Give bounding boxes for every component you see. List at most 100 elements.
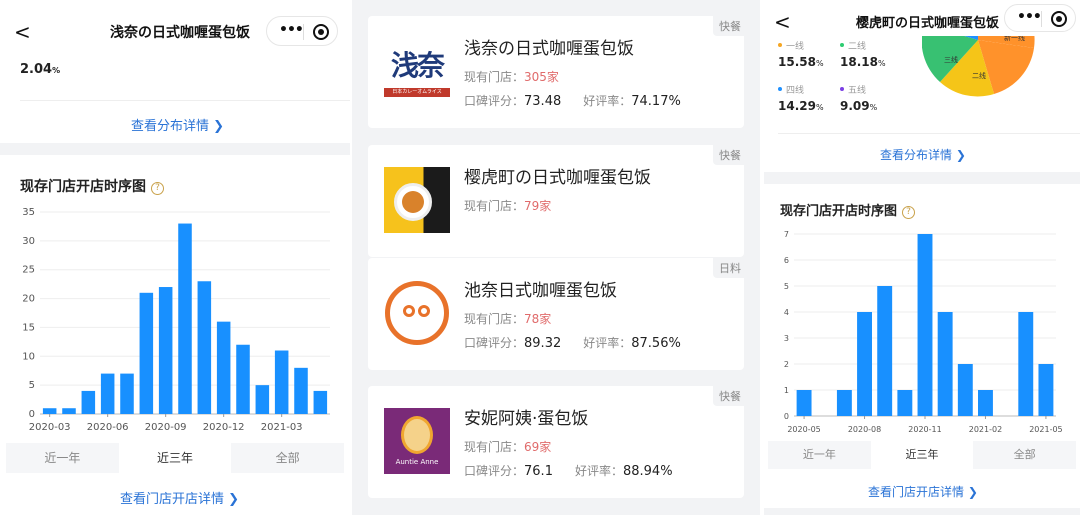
category-tag: 快餐 <box>713 145 744 165</box>
x-tick-label: 2021-03 <box>261 422 303 433</box>
store-detail-link[interactable]: 查看门店开店详情 ❯ <box>120 488 239 507</box>
tab-all[interactable]: 全部 <box>973 441 1077 469</box>
legend-item: 四线 14.29% <box>778 86 824 113</box>
legend-item: 五线 9.09% <box>840 86 878 113</box>
more-icon[interactable]: ••• <box>279 22 304 38</box>
bar <box>255 385 270 414</box>
bar <box>1018 312 1034 416</box>
bar <box>897 390 913 416</box>
pie-label: 二线 <box>972 71 986 80</box>
range-tabs: 近一年 近三年 全部 <box>768 441 1077 469</box>
divider <box>20 100 350 101</box>
store-count: 现有门店：78家 <box>464 312 552 326</box>
panel-right: 新一线 三线 二线 < 樱虎町の日式咖喱蛋包饭 ••• 一线 15.58% 二线… <box>764 0 1080 515</box>
bar <box>957 364 973 416</box>
pie-label: 三线 <box>944 55 958 64</box>
curry-image <box>402 191 424 213</box>
bar <box>139 292 154 414</box>
y-tick-label: 5 <box>29 380 35 391</box>
store-detail-link[interactable]: 查看门店开店详情 ❯ <box>868 483 978 500</box>
close-target-icon[interactable] <box>1051 11 1067 27</box>
bar <box>294 367 308 414</box>
rating-row: 口碑评分：76.1 好评率：88.94% <box>464 464 673 479</box>
y-tick-label: 35 <box>22 207 35 218</box>
chart-title: 现存门店开店时序图? <box>20 176 164 196</box>
distribution-detail-link[interactable]: 查看分布详情 ❯ <box>880 146 966 163</box>
owl-badge-icon <box>385 281 449 345</box>
page-title: 樱虎町の日式咖喱蛋包饭 <box>856 16 1000 31</box>
x-tick-label: 2020-08 <box>848 425 881 434</box>
category-tag: 快餐 <box>713 386 744 406</box>
logo-subtext: 日本カレーオムライス <box>384 88 450 97</box>
y-tick-label: 4 <box>784 308 789 317</box>
x-tick-label: 2021-05 <box>1029 425 1062 434</box>
range-tabs: 近一年 近三年 全部 <box>6 443 345 473</box>
bar <box>62 408 76 414</box>
back-button[interactable]: < <box>774 10 791 34</box>
close-target-icon[interactable] <box>313 24 329 40</box>
distribution-detail-link[interactable]: 查看分布详情 ❯ <box>131 115 224 134</box>
page-title: 浅奈の日式咖喱蛋包饭 <box>110 25 250 41</box>
divider <box>778 133 1080 134</box>
tab-one-year[interactable]: 近一年 <box>768 441 871 469</box>
bar <box>877 286 893 416</box>
chart-title: 现存门店开店时序图? <box>780 200 916 219</box>
rating-row: 口碑评分：73.48 好评率：74.17% <box>464 94 681 109</box>
y-tick-label: 20 <box>22 294 35 305</box>
rating-row: 口碑评分：89.32 好评率：87.56% <box>464 336 681 351</box>
tab-one-year[interactable]: 近一年 <box>6 443 119 473</box>
mini-program-capsule[interactable]: ••• <box>1004 4 1076 32</box>
back-button[interactable]: < <box>14 20 31 44</box>
help-icon[interactable]: ? <box>151 182 164 195</box>
y-tick-label: 7 <box>784 230 789 239</box>
bar <box>236 344 250 414</box>
shop-name: 池奈日式咖喱蛋包饭 <box>464 281 617 301</box>
capsule-divider <box>1041 11 1042 27</box>
legend-dot <box>840 87 844 91</box>
bar <box>1038 364 1054 416</box>
mini-program-capsule[interactable]: ••• <box>266 16 338 46</box>
logo-text: Auntie Anne <box>395 458 439 466</box>
tab-all[interactable]: 全部 <box>231 443 345 473</box>
category-tag: 快餐 <box>713 16 744 36</box>
capsule-divider <box>303 24 304 40</box>
legend-dot <box>778 43 782 47</box>
y-tick-label: 0 <box>29 409 35 420</box>
bar <box>178 223 192 414</box>
section-gap <box>764 508 1080 515</box>
x-tick-label: 2020-09 <box>145 422 187 433</box>
x-tick-label: 2020-05 <box>787 425 820 434</box>
bar <box>978 390 993 416</box>
bar <box>158 287 173 414</box>
shop-card[interactable]: 快餐 樱虎町の日式咖喱蛋包饭 现有门店：79家 <box>368 145 744 257</box>
shop-card[interactable]: 快餐 浅奈 日本カレーオムライス 浅奈の日式咖喱蛋包饭 现有门店：305家 口碑… <box>368 16 744 128</box>
shop-name: 浅奈の日式咖喱蛋包饭 <box>464 39 634 59</box>
more-icon[interactable]: ••• <box>1017 9 1042 25</box>
x-tick-label: 2020-11 <box>908 425 941 434</box>
nav-bar: < 浅奈の日式咖喱蛋包饭 ••• <box>0 0 350 66</box>
owl-eye-icon <box>403 305 415 317</box>
shop-logo: 浅奈 日本カレーオムライス <box>384 38 450 104</box>
bar <box>836 390 852 416</box>
y-tick-label: 5 <box>784 282 789 291</box>
shop-card[interactable]: 日料 池奈日式咖喱蛋包饭 现有门店：78家 口碑评分：89.32 好评率：87.5… <box>368 258 744 370</box>
bar <box>274 350 289 414</box>
bar <box>917 234 933 416</box>
y-tick-label: 15 <box>22 322 35 333</box>
y-tick-label: 2 <box>784 360 789 369</box>
x-tick-label: 2020-12 <box>203 422 245 433</box>
shop-card[interactable]: 快餐 Auntie Anne 安妮阿姨·蛋包饭 现有门店：69家 口碑评分：76… <box>368 386 744 498</box>
owl-eye-icon <box>418 305 430 317</box>
y-tick-label: 0 <box>784 412 789 421</box>
shop-name: 安妮阿姨·蛋包饭 <box>464 409 589 429</box>
auntie-face-image <box>401 416 433 454</box>
tab-three-years[interactable]: 近三年 <box>118 443 232 473</box>
y-tick-label: 3 <box>784 334 789 343</box>
y-tick-label: 30 <box>22 236 35 247</box>
tab-three-years[interactable]: 近三年 <box>870 441 974 469</box>
shop-name: 樱虎町の日式咖喱蛋包饭 <box>464 168 651 188</box>
help-icon[interactable]: ? <box>902 206 916 219</box>
shop-logo: Auntie Anne <box>384 408 450 474</box>
y-tick-label: 1 <box>784 386 789 395</box>
legend-dot <box>840 43 844 47</box>
